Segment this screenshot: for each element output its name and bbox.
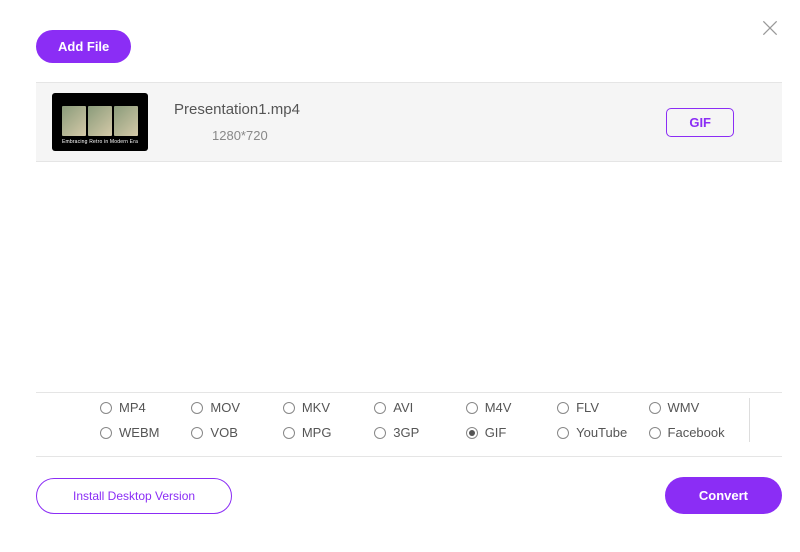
format-label: 3GP [393,425,419,440]
format-option-3gp[interactable]: 3GP [374,425,465,440]
format-label: MKV [302,400,330,415]
radio-icon [191,402,203,414]
file-resolution: 1280*720 [212,128,666,143]
format-option-mpg[interactable]: MPG [283,425,374,440]
format-options: MP4 MOV MKV AVI M4V FLV WMV WEBM VOB MPG 3GP GIF Yo… [100,400,760,440]
radio-icon [100,427,112,439]
radio-icon [649,402,661,414]
file-name: Presentation1.mp4 [174,101,666,118]
format-option-avi[interactable]: AVI [374,400,465,415]
radio-icon [466,402,478,414]
radio-icon [283,427,295,439]
format-label: MPG [302,425,332,440]
radio-icon [649,427,661,439]
format-option-youtube[interactable]: YouTube [557,425,648,440]
radio-icon [191,427,203,439]
divider [749,398,750,442]
add-file-button[interactable]: Add File [36,30,131,63]
format-option-mkv[interactable]: MKV [283,400,374,415]
format-option-vob[interactable]: VOB [191,425,282,440]
thumbnail-caption: Embracing Retro in Modern Era [62,139,138,145]
format-option-mov[interactable]: MOV [191,400,282,415]
format-option-mp4[interactable]: MP4 [100,400,191,415]
close-icon[interactable] [760,18,780,38]
divider [36,392,782,393]
format-option-m4v[interactable]: M4V [466,400,557,415]
format-label: Facebook [668,425,725,440]
format-label: FLV [576,400,599,415]
format-option-webm[interactable]: WEBM [100,425,191,440]
output-format-badge[interactable]: GIF [666,108,734,137]
radio-icon [557,402,569,414]
format-option-facebook[interactable]: Facebook [649,425,740,440]
file-thumbnail: Embracing Retro in Modern Era [52,93,148,151]
format-label: M4V [485,400,512,415]
format-label: WEBM [119,425,159,440]
format-label: WMV [668,400,700,415]
format-option-flv[interactable]: FLV [557,400,648,415]
format-option-wmv[interactable]: WMV [649,400,740,415]
radio-icon [374,402,386,414]
convert-button[interactable]: Convert [665,477,782,514]
format-label: GIF [485,425,507,440]
format-label: MP4 [119,400,146,415]
radio-icon [100,402,112,414]
file-info: Presentation1.mp4 1280*720 [174,101,666,143]
format-label: MOV [210,400,240,415]
format-label: VOB [210,425,237,440]
format-label: AVI [393,400,413,415]
file-row: Embracing Retro in Modern Era Presentati… [36,82,782,162]
radio-icon [283,402,295,414]
format-option-gif[interactable]: GIF [466,425,557,440]
install-desktop-button[interactable]: Install Desktop Version [36,478,232,514]
radio-icon [466,427,478,439]
divider [36,456,782,457]
radio-icon [374,427,386,439]
format-label: YouTube [576,425,627,440]
radio-icon [557,427,569,439]
